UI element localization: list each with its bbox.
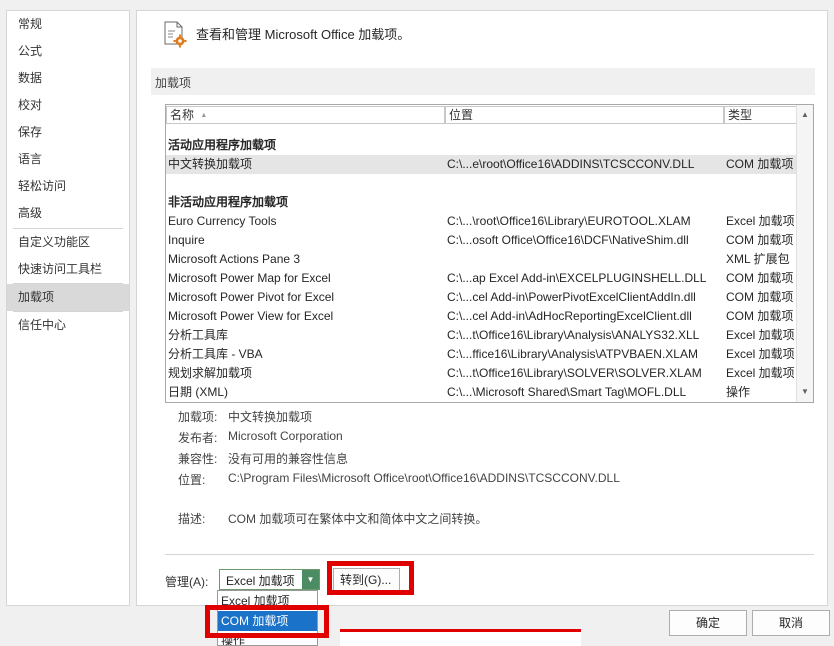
detail-addin-value: 中文转换加载项: [228, 410, 313, 424]
addin-name: Microsoft Actions Pane 3: [168, 252, 301, 266]
table-row[interactable]: Microsoft Power Pivot for Excel C:\...ce…: [166, 288, 798, 307]
addin-type: Excel 加载项: [726, 328, 795, 342]
addin-name: 分析工具库: [168, 328, 229, 342]
addin-location: C:\...\Microsoft Shared\Smart Tag\MOFL.D…: [447, 385, 687, 399]
addin-name: Euro Currency Tools: [168, 214, 277, 228]
addin-type: COM 加载项: [726, 233, 794, 247]
detail-publisher-label: 发布者:: [178, 431, 218, 445]
section-header: 加载项: [151, 68, 815, 95]
manage-divider: [165, 554, 814, 555]
sidebar-item-quick-access-toolbar[interactable]: 快速访问工具栏: [7, 256, 129, 283]
highlight-box-com: [205, 605, 329, 638]
addin-location: C:\...t\Office16\Library\SOLVER\SOLVER.X…: [447, 366, 702, 380]
sidebar-item-customize-ribbon[interactable]: 自定义功能区: [7, 229, 129, 256]
sidebar-item-formulas[interactable]: 公式: [7, 38, 129, 65]
addin-location: C:\...e\root\Office16\ADDINS\TCSCCONV.DL…: [447, 157, 695, 171]
addin-location: C:\...osoft Office\Office16\DCF\NativeSh…: [447, 233, 689, 247]
group-header-inactive: 非活动应用程序加载项: [168, 195, 289, 209]
addin-type: COM 加载项: [726, 290, 794, 304]
manage-select[interactable]: Excel 加载项 ▼: [219, 569, 320, 590]
table-row[interactable]: Microsoft Actions Pane 3 XML 扩展包: [166, 250, 798, 269]
vertical-scrollbar[interactable]: ▲ ▼: [796, 105, 813, 402]
addin-location: C:\...cel Add-in\AdHocReportingExcelClie…: [447, 309, 692, 323]
addin-name: Inquire: [168, 233, 205, 247]
detail-location-label: 位置:: [178, 473, 206, 487]
scroll-down-icon[interactable]: ▼: [797, 384, 813, 400]
cancel-button[interactable]: 取消: [752, 610, 830, 636]
column-header-type[interactable]: 类型: [724, 106, 798, 124]
column-header-name-label: 名称: [170, 108, 195, 122]
sidebar-item-trust-center[interactable]: 信任中心: [7, 312, 129, 339]
addin-type: Excel 加载项: [726, 347, 795, 361]
sidebar-item-accessibility[interactable]: 轻松访问: [7, 173, 129, 200]
detail-addin-label: 加载项:: [178, 410, 218, 424]
table-row[interactable]: 日期 (XML) C:\...\Microsoft Shared\Smart T…: [166, 383, 798, 402]
sidebar-item-advanced[interactable]: 高级: [7, 200, 129, 227]
sidebar-item-language[interactable]: 语言: [7, 146, 129, 173]
addin-location: C:\...\root\Office16\Library\EUROTOOL.XL…: [447, 214, 691, 228]
addin-location: C:\...t\Office16\Library\Analysis\ANALYS…: [447, 328, 700, 342]
addin-name: Microsoft Power Map for Excel: [168, 271, 331, 285]
table-row[interactable]: Microsoft Power Map for Excel C:\...ap E…: [166, 269, 798, 288]
manage-select-value: Excel 加载项: [226, 574, 295, 588]
addin-type: COM 加载项: [726, 157, 794, 171]
addin-type: Excel 加载项: [726, 366, 795, 380]
table-row[interactable]: Inquire C:\...osoft Office\Office16\DCF\…: [166, 231, 798, 250]
addin-type: Excel 加载项: [726, 214, 795, 228]
addin-location: C:\...cel Add-in\PowerPivotExcelClientAd…: [447, 290, 696, 304]
sidebar-item-general[interactable]: 常规: [7, 11, 129, 38]
options-sidebar: 常规 公式 数据 校对 保存 语言 轻松访问 高级 自定义功能区 快速访问工具栏…: [6, 10, 130, 606]
addin-name: Microsoft Power Pivot for Excel: [168, 290, 335, 304]
highlight-box-go: [327, 561, 414, 595]
sort-ascending-icon: ▲: [200, 112, 208, 119]
detail-location-value: C:\Program Files\Microsoft Office\root\O…: [228, 471, 620, 485]
table-row[interactable]: 分析工具库 - VBA C:\...ffice16\Library\Analys…: [166, 345, 798, 364]
sidebar-item-data[interactable]: 数据: [7, 65, 129, 92]
addins-panel: 查看和管理 Microsoft Office 加载项。 加载项 名称 ▲ 位置 …: [136, 10, 828, 606]
table-row[interactable]: Euro Currency Tools C:\...\root\Office16…: [166, 212, 798, 231]
addin-name: Microsoft Power View for Excel: [168, 309, 334, 323]
detail-description-label: 描述:: [178, 512, 206, 526]
page-title: 查看和管理 Microsoft Office 加载项。: [196, 27, 411, 42]
addin-type: XML 扩展包: [726, 252, 790, 266]
detail-description-value: COM 加载项可在繁体中文和简体中文之间转换。: [228, 512, 488, 526]
addin-name: 分析工具库 - VBA: [168, 347, 263, 361]
column-header-name[interactable]: 名称 ▲: [166, 106, 445, 124]
manage-label: 管理(A):: [165, 575, 209, 589]
addin-type: COM 加载项: [726, 309, 794, 323]
column-header-location[interactable]: 位置: [445, 106, 724, 124]
detail-compat-value: 没有可用的兼容性信息: [228, 452, 349, 466]
table-row[interactable]: 中文转换加载项 C:\...e\root\Office16\ADDINS\TCS…: [166, 155, 798, 174]
table-row[interactable]: 分析工具库 C:\...t\Office16\Library\Analysis\…: [166, 326, 798, 345]
sidebar-item-addins[interactable]: 加载项: [7, 284, 129, 311]
overlay-fragment: [340, 629, 581, 646]
ok-button[interactable]: 确定: [669, 610, 747, 636]
table-row[interactable]: Microsoft Power View for Excel C:\...cel…: [166, 307, 798, 326]
sidebar-item-proofing[interactable]: 校对: [7, 92, 129, 119]
addins-list[interactable]: 名称 ▲ 位置 类型 活动应用程序加载项 中文转换加载项 C:\...e\roo…: [165, 104, 814, 403]
section-title: 加载项: [155, 76, 192, 90]
addin-location: C:\...ffice16\Library\Analysis\ATPVBAEN.…: [447, 347, 698, 361]
addin-name: 中文转换加载项: [168, 157, 253, 171]
addins-gear-icon: [164, 21, 187, 48]
detail-compat-label: 兼容性:: [178, 452, 218, 466]
detail-publisher-value: Microsoft Corporation: [228, 429, 343, 443]
sidebar-item-save[interactable]: 保存: [7, 119, 129, 146]
addin-name: 日期 (XML): [168, 385, 229, 399]
group-header-active: 活动应用程序加载项: [168, 138, 277, 152]
table-row[interactable]: 规划求解加载项 C:\...t\Office16\Library\SOLVER\…: [166, 364, 798, 383]
addin-type: COM 加载项: [726, 271, 794, 285]
addin-location: C:\...ap Excel Add-in\EXCELPLUGINSHELL.D…: [447, 271, 707, 285]
addin-name: 规划求解加载项: [168, 366, 253, 380]
chevron-down-icon[interactable]: ▼: [302, 570, 319, 589]
addin-type: 操作: [726, 385, 751, 399]
scroll-up-icon[interactable]: ▲: [797, 107, 813, 123]
